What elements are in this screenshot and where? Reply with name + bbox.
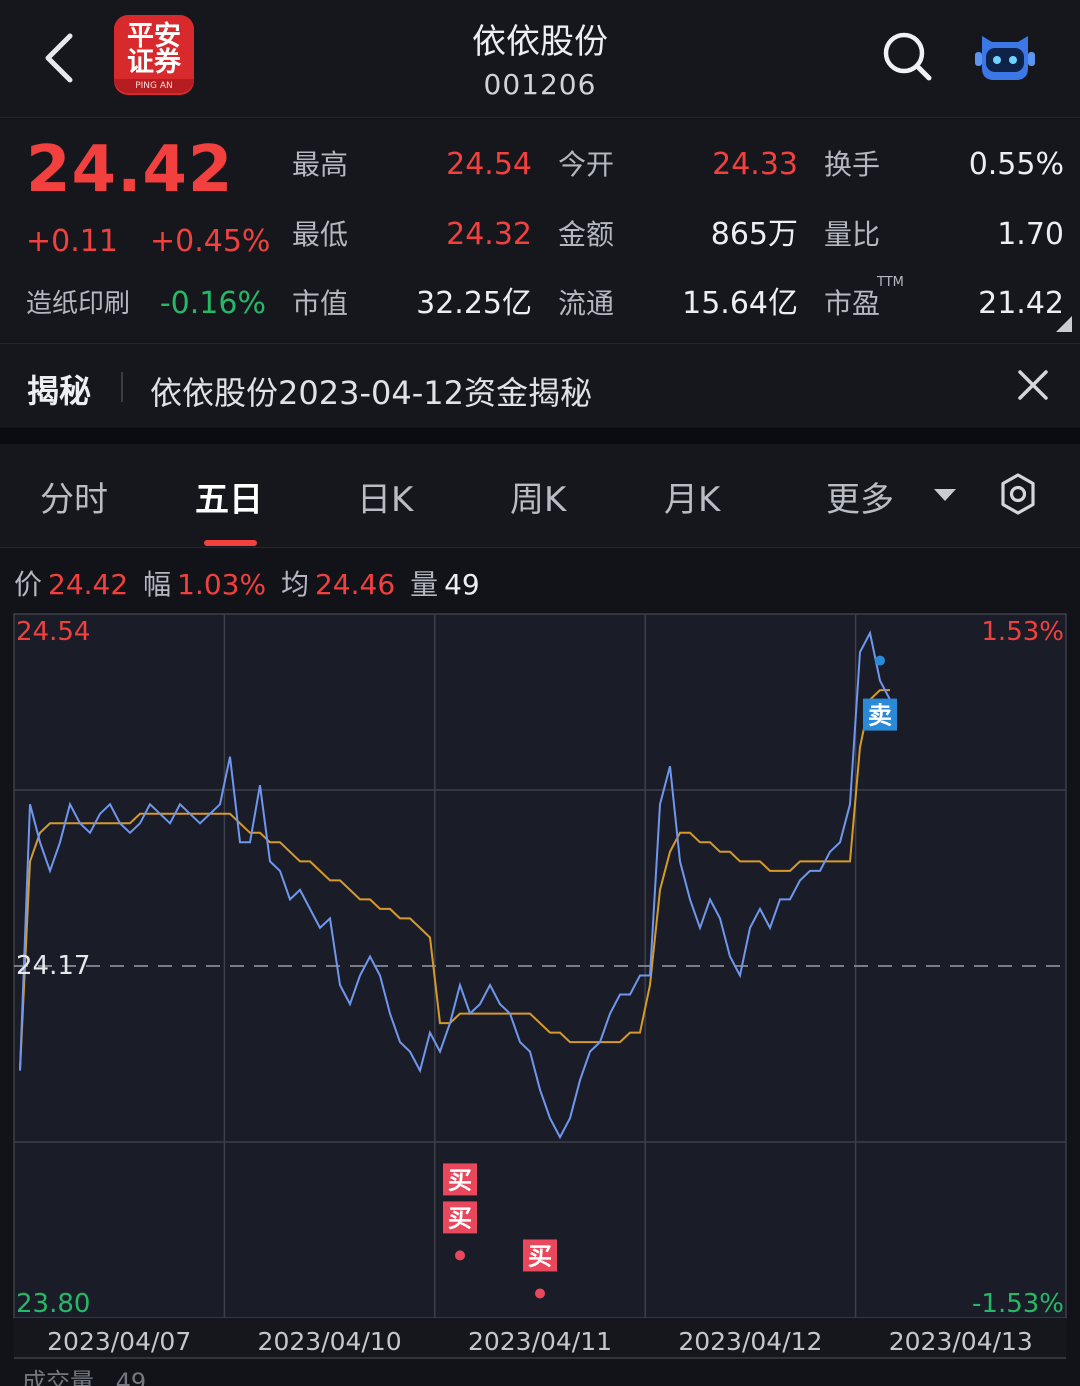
open-label: 今开 xyxy=(558,148,615,181)
back-arrow-icon[interactable] xyxy=(36,30,86,86)
volume-panel-label: 成交量 49 xyxy=(22,1362,146,1386)
crosshair-info: 价 24.42 幅 1.03% 均 24.46 量 49 xyxy=(14,563,486,603)
buy-marker-label: 买 xyxy=(528,1242,552,1270)
sector-name[interactable]: 造纸印刷 xyxy=(26,284,130,324)
chart-period-tabs: 分时 五日 日K 周K 月K 更多 xyxy=(0,444,1080,548)
info-avg-label: 均 xyxy=(280,568,309,601)
tab-weekly-k[interactable]: 周K xyxy=(510,472,566,521)
top-bar: 平安 证券 PING AN 依依股份 001206 xyxy=(0,0,1080,118)
price-change-pct: +0.45% xyxy=(150,224,271,259)
chevron-down-icon[interactable] xyxy=(934,489,956,501)
search-icon[interactable] xyxy=(880,28,934,84)
tab-five-day[interactable]: 五日 xyxy=(195,472,263,521)
low-label: 最低 xyxy=(292,218,349,251)
reveal-label: 揭秘 xyxy=(27,372,92,410)
pe-value: 21.42 xyxy=(978,286,1064,321)
tab-more[interactable]: 更多 xyxy=(826,472,894,521)
stock-name: 依依股份 xyxy=(472,22,608,62)
high-label: 最高 xyxy=(292,148,349,181)
stock-code: 001206 xyxy=(483,68,597,101)
y-min-label: 23.80 xyxy=(16,1289,90,1319)
open-value: 24.33 xyxy=(712,147,798,182)
amount-value: 865万 xyxy=(710,217,798,252)
sector-change: -0.16% xyxy=(159,286,266,321)
turnover-value: 0.55% xyxy=(968,147,1064,182)
turnover-label: 换手 xyxy=(824,148,881,181)
market-cap-value: 32.25亿 xyxy=(416,286,532,321)
volume-value: 49 xyxy=(115,1368,147,1386)
fund-reveal-banner[interactable]: 揭秘 依依股份2023-04-12资金揭秘 xyxy=(0,343,1080,427)
marker-dot xyxy=(875,655,885,666)
gear-icon[interactable] xyxy=(996,472,1040,516)
expand-corner-icon[interactable] xyxy=(1056,316,1072,332)
y-max-label: 24.54 xyxy=(16,617,90,647)
amount-label: 金额 xyxy=(558,218,615,251)
info-vol: 49 xyxy=(444,568,480,601)
price-change: +0.11 xyxy=(26,224,118,259)
x-tick-label: 2023/04/10 xyxy=(258,1327,402,1356)
tab-monthly-k[interactable]: 月K xyxy=(664,472,720,521)
x-tick-label: 2023/04/12 xyxy=(678,1327,822,1356)
five-day-price-chart[interactable]: 买买买卖24.5424.1723.801.53%-1.53%2023/04/07… xyxy=(0,612,1080,1386)
float-cap-value: 15.64亿 xyxy=(682,286,798,321)
quote-panel: 24.42 +0.11 +0.45% 造纸印刷 -0.16% 最高 24.54 … xyxy=(0,119,1080,342)
high-value: 24.54 xyxy=(446,147,532,182)
low-value: 24.32 xyxy=(446,217,532,252)
buy-marker-label: 买 xyxy=(448,1166,472,1194)
x-tick-label: 2023/04/13 xyxy=(889,1327,1033,1356)
volume-label: 成交量 xyxy=(22,1368,94,1386)
tab-daily-k[interactable]: 日K xyxy=(357,472,413,521)
x-tick-label: 2023/04/11 xyxy=(468,1327,612,1356)
info-avg: 24.46 xyxy=(314,568,396,601)
current-price: 24.42 xyxy=(26,133,234,207)
x-tick-label: 2023/04/07 xyxy=(47,1327,191,1356)
broker-logo: 平安 证券 PING AN xyxy=(114,15,194,95)
pe-label: 市盈 xyxy=(824,287,881,320)
section-gap xyxy=(0,428,1080,444)
y-mid-label: 24.17 xyxy=(16,951,90,981)
ai-robot-icon[interactable] xyxy=(972,28,1038,84)
marker-dot xyxy=(455,1250,465,1261)
volume-ratio-label: 量比 xyxy=(824,218,881,251)
logo-text-2: 证券 xyxy=(127,47,181,78)
info-range-label: 幅 xyxy=(143,568,172,601)
reveal-text[interactable]: 依依股份2023-04-12资金揭秘 xyxy=(150,368,592,414)
volume-ratio-value: 1.70 xyxy=(997,217,1064,252)
pe-ttm-superscript: TTM xyxy=(877,275,904,290)
logo-text-3: PING AN xyxy=(114,79,194,93)
info-vol-label: 量 xyxy=(410,568,439,601)
divider xyxy=(121,372,123,402)
info-range: 1.03% xyxy=(177,568,267,601)
marker-dot xyxy=(535,1288,545,1299)
active-tab-indicator xyxy=(204,540,257,546)
sell-marker-label: 卖 xyxy=(868,702,892,730)
close-icon[interactable] xyxy=(1014,366,1052,404)
info-price: 24.42 xyxy=(48,568,129,601)
float-cap-label: 流通 xyxy=(558,287,615,320)
buy-marker-label: 买 xyxy=(448,1204,472,1232)
market-cap-label: 市值 xyxy=(292,287,349,320)
pct-min-label: -1.53% xyxy=(972,1289,1064,1319)
info-price-label: 价 xyxy=(14,568,43,601)
pct-max-label: 1.53% xyxy=(981,617,1064,647)
tab-intraday[interactable]: 分时 xyxy=(40,472,108,521)
